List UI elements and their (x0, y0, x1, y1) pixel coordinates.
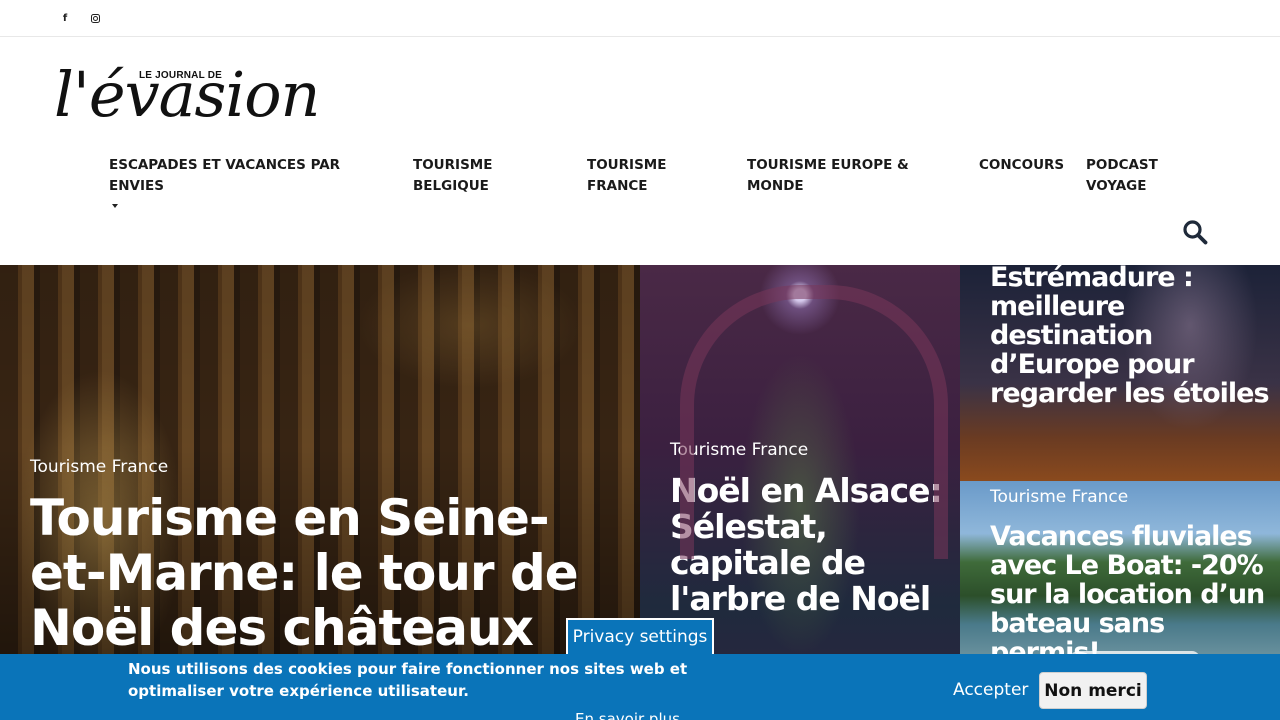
site-logo[interactable]: l'évasion LE JOURNAL DE (54, 48, 320, 144)
accept-button[interactable]: Accepter (953, 680, 1028, 700)
nav-item-tourisme-france[interactable]: TOURISME FRANCE (587, 155, 707, 197)
nav-item-label: TOURISME BELGIQUE (413, 157, 493, 194)
nav-item-label: ESCAPADES ET VACANCES PAR ENVIES (109, 157, 341, 194)
nav-item-tourisme-belgique[interactable]: TOURISME BELGIQUE (413, 155, 533, 197)
cookie-message: Nous utilisons des cookies pour faire fo… (128, 660, 688, 700)
nav-item-tourisme-europe-monde[interactable]: TOURISME EUROPE & MONDE (747, 155, 937, 197)
top-bar: f (0, 0, 1280, 37)
nav-item-label: TOURISME FRANCE (587, 157, 667, 194)
nav-item-concours[interactable]: CONCOURS (979, 155, 1079, 176)
chevron-down-icon (112, 204, 118, 208)
main-nav: ESCAPADES ET VACANCES PAR ENVIES TOURISM… (0, 155, 1280, 208)
nav-item-label: PODCAST VOYAGE (1086, 157, 1158, 194)
nav-item-podcast-voyage[interactable]: PODCAST VOYAGE (1086, 155, 1196, 197)
article-category[interactable]: Tourisme France (990, 487, 1128, 507)
nav-item-label: CONCOURS (979, 157, 1065, 173)
article-card-top-right[interactable]: Estrémadure : meilleure destination d’Eu… (960, 265, 1280, 481)
article-category[interactable]: Tourisme France (670, 440, 808, 460)
nav-item-label: TOURISME EUROPE & MONDE (747, 157, 909, 194)
cookie-banner: Nous utilisons des cookies pour faire fo… (0, 654, 1280, 720)
decline-button[interactable]: Non merci (1039, 672, 1147, 709)
article-title[interactable]: Noël en Alsace: Sélestat, capitale de l'… (670, 473, 950, 617)
nav-item-escapades[interactable]: ESCAPADES ET VACANCES PAR ENVIES (109, 155, 389, 208)
logo-small-text: LE JOURNAL DE (139, 70, 222, 81)
article-card-main[interactable]: Tourisme France Tourisme en Seine-et-Mar… (0, 265, 640, 720)
search-icon[interactable] (1182, 219, 1208, 245)
facebook-icon[interactable]: f (58, 11, 72, 25)
article-title[interactable]: Estrémadure : meilleure destination d’Eu… (990, 265, 1270, 408)
article-title[interactable]: Vacances fluviales avec Le Boat: -20% su… (990, 522, 1270, 667)
instagram-icon[interactable] (88, 11, 102, 25)
article-title[interactable]: Tourisme en Seine-et-Marne: le tour de N… (30, 491, 590, 656)
learn-more-link[interactable]: En savoir plus (575, 710, 680, 720)
article-category[interactable]: Tourisme France (30, 457, 168, 477)
privacy-settings-tab[interactable]: Privacy settings (566, 618, 714, 656)
